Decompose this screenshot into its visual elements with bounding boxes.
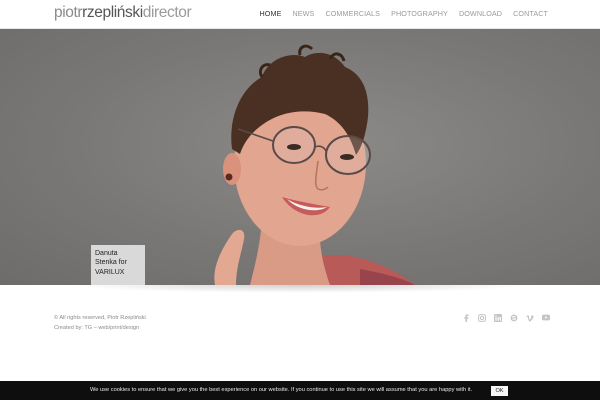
cookie-consent-bar: We use cookies to ensure that we give yo…	[0, 381, 600, 400]
instagram-icon[interactable]	[477, 313, 486, 322]
facebook-icon[interactable]	[461, 313, 470, 322]
hero-slider[interactable]: Danuta Stenka for VARILUX	[0, 29, 600, 285]
caption-line: Stenka for	[95, 259, 127, 267]
skype-icon[interactable]	[509, 313, 518, 322]
hero-shadow	[70, 285, 530, 293]
linkedin-icon[interactable]	[493, 313, 502, 322]
youtube-icon[interactable]	[541, 313, 550, 322]
caption-line: VARILUX	[95, 268, 125, 276]
cookie-accept-button[interactable]: OK	[491, 385, 508, 396]
copyright-text: © All rights reserved, Piotr Rzepliński	[54, 315, 146, 321]
logo-role: director	[142, 4, 192, 21]
social-icons	[461, 313, 557, 322]
nav-home[interactable]: HOME	[260, 9, 282, 18]
nav-download[interactable]: DOWNLOAD	[459, 9, 502, 18]
nav-news[interactable]: NEWS	[292, 9, 314, 18]
cookie-message: We use cookies to ensure that we give yo…	[90, 387, 473, 393]
main-nav: HOME NEWS COMMERCIALS PHOTOGRAPHY DOWNLO…	[249, 9, 549, 18]
site-header: piotrrzeplińskidirector HOME NEWS COMMER…	[0, 0, 600, 29]
credit-link[interactable]: Created by: TG – web/print/design	[54, 323, 146, 333]
caption-line: Danuta	[95, 250, 118, 257]
logo-last-name: rzepliński	[82, 4, 143, 21]
nav-photography[interactable]: PHOTOGRAPHY	[391, 9, 448, 18]
hero-portrait-image	[214, 44, 415, 285]
vimeo-icon[interactable]	[525, 313, 534, 322]
site-logo[interactable]: piotrrzeplińskidirector	[54, 4, 192, 22]
nav-commercials[interactable]: COMMERCIALS	[325, 9, 380, 18]
hero-caption: Danuta Stenka for VARILUX	[91, 245, 145, 285]
nav-contact[interactable]: CONTACT	[513, 9, 548, 18]
footer-info: © All rights reserved, Piotr Rzepliński …	[54, 313, 146, 333]
logo-first-name: piotr	[54, 4, 83, 21]
